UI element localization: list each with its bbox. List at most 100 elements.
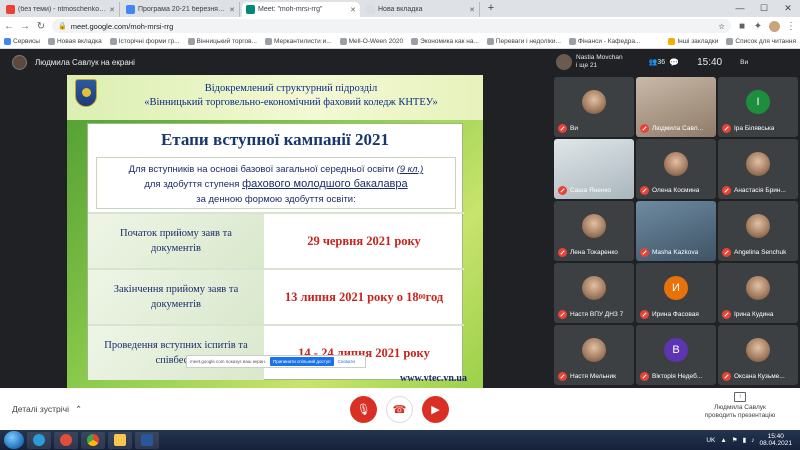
- bookmark-item[interactable]: Меркантилисти и...: [264, 38, 332, 45]
- app-icon: [60, 434, 72, 446]
- word-icon: [141, 434, 153, 446]
- taskbar-word[interactable]: [135, 431, 159, 449]
- close-tab-icon[interactable]: ✕: [109, 6, 115, 14]
- maximize-icon[interactable]: ☐: [752, 0, 776, 17]
- meeting-details-button[interactable]: Деталі зустрічі ⌃: [12, 388, 82, 430]
- mic-off-icon: [558, 248, 567, 257]
- reading-list[interactable]: Список для читання: [726, 38, 796, 45]
- participant-avatar: [582, 90, 606, 114]
- mic-off-icon: [558, 186, 567, 195]
- presenting-indicator[interactable]: ↑ Людмила Савлук проводить презентацію: [688, 392, 792, 426]
- taskbar-app[interactable]: [54, 431, 78, 449]
- flag-icon[interactable]: ⚑: [732, 436, 738, 444]
- bookmark-icon: [411, 38, 419, 45]
- browser-tab-program[interactable]: Програма 20-21 березня 2021 ✕: [122, 2, 240, 17]
- bookmark-item[interactable]: Фінанси - Кафедра...: [568, 38, 640, 45]
- people-button[interactable]: 👥36: [649, 58, 666, 66]
- mic-off-icon: [722, 248, 731, 257]
- grade-highlight: (9 кл.): [396, 164, 424, 175]
- participant-tile[interactable]: Ірина Кудина: [718, 263, 798, 323]
- minimize-icon[interactable]: —: [728, 0, 752, 17]
- browser-tab-newtab[interactable]: Нова вкладка ✕: [362, 2, 480, 17]
- os-taskbar: UK ▲ ⚑ ▮ ♪ 15:40 08.04.2021: [0, 430, 800, 450]
- close-tab-icon[interactable]: ✕: [229, 6, 235, 14]
- folder-icon: [668, 38, 676, 45]
- mic-off-icon: [722, 372, 731, 381]
- tray-arrow-icon[interactable]: ▲: [720, 437, 726, 444]
- bookmark-item[interactable]: Экономика как на...: [411, 38, 479, 45]
- meet-icon: [246, 5, 255, 14]
- mic-off-icon: [640, 124, 649, 133]
- presentation-stage[interactable]: Відокремлений структурний підрозділ «Він…: [0, 75, 552, 388]
- schedule-row: Закінчення прийому заяв та документів 13…: [88, 270, 464, 324]
- presenter-avatar: [12, 54, 27, 70]
- row-label: Проведення вступних іспитів та співбесід: [88, 326, 264, 380]
- slide-title: Етапи вступної кампанії 2021: [160, 130, 390, 149]
- share-bar-text: meet.google.com показує ваш екран.: [190, 359, 266, 364]
- camera-toggle-button[interactable]: ▶: [422, 396, 449, 423]
- profile-avatar[interactable]: [769, 20, 780, 32]
- bookmark-apps[interactable]: Сервисы: [4, 38, 40, 45]
- slide-panel: Етапи вступної кампанії 2021 Для вступни…: [87, 123, 464, 380]
- new-tab-button[interactable]: +: [484, 2, 498, 16]
- bookmark-icon: [264, 38, 272, 45]
- extensions-icon[interactable]: ✦: [753, 21, 763, 32]
- schedule-row: Початок прийому заяв та документів 29 че…: [88, 214, 464, 268]
- participant-tile[interactable]: Angelina Senchuk: [718, 201, 798, 261]
- close-window-icon[interactable]: ✕: [776, 0, 800, 17]
- star-icon[interactable]: ☆: [718, 22, 725, 31]
- taskbar-explorer[interactable]: [27, 431, 51, 449]
- back-icon[interactable]: ←: [4, 21, 14, 32]
- participant-tile[interactable]: Настя Мельник: [554, 325, 634, 385]
- keyboard-language[interactable]: UK: [706, 437, 715, 444]
- other-bookmarks[interactable]: Інші закладки: [668, 38, 718, 45]
- start-button[interactable]: [4, 431, 24, 449]
- stop-sharing-button[interactable]: Припинити спільний доступ: [269, 357, 334, 366]
- participant-avatar: [746, 152, 770, 176]
- participant-tile[interactable]: Людмила Савл...: [636, 77, 716, 137]
- docs-icon: [126, 5, 135, 14]
- participant-tile[interactable]: Лена Токаренко: [554, 201, 634, 261]
- reading-list-icon: [726, 38, 734, 45]
- reload-icon[interactable]: ↻: [36, 21, 46, 32]
- participant-tile[interactable]: И Ирина Фасовая: [636, 263, 716, 323]
- bookmark-icon: [187, 38, 195, 45]
- participant-tile[interactable]: Саша Яненко: [554, 139, 634, 199]
- gmail-icon: [6, 5, 15, 14]
- slide: Відокремлений структурний підрозділ «Він…: [67, 75, 483, 388]
- participant-tile[interactable]: I Іра Білявська: [718, 77, 798, 137]
- participant-tile[interactable]: Оксана Кузьме...: [718, 325, 798, 385]
- url-text: meet.google.com/moh-mrsi-rrg: [70, 21, 174, 31]
- camera-indicator-icon[interactable]: ■: [737, 21, 747, 32]
- bookmark-item[interactable]: Вінницький торгов...: [187, 38, 257, 45]
- bookmark-item[interactable]: Mell-O-Ween 2020: [339, 38, 403, 45]
- bookmark-item[interactable]: Новая вкладка: [47, 38, 102, 45]
- menu-icon[interactable]: ⋮: [786, 21, 796, 32]
- participant-tile[interactable]: В Вікторія Недеб...: [636, 325, 716, 385]
- chat-icon[interactable]: 💬: [669, 58, 679, 67]
- close-tab-icon[interactable]: ✕: [469, 6, 475, 14]
- leave-call-button[interactable]: ☎: [386, 396, 413, 423]
- address-bar[interactable]: 🔒 meet.google.com/moh-mrsi-rrg ☆: [52, 19, 731, 33]
- participant-tile[interactable]: Настя ВПУ ДНЗ 7: [554, 263, 634, 323]
- hide-share-bar-button[interactable]: Сховати: [338, 359, 355, 364]
- taskbar-explorer-folder[interactable]: [108, 431, 132, 449]
- browser-tab-meet[interactable]: Meet: "moh-mrsi-rrg" ✕: [242, 2, 360, 17]
- tab-title: (без теми) - ntmoschenkom@g: [18, 6, 106, 13]
- system-clock[interactable]: 15:40 08.04.2021: [759, 433, 792, 447]
- participant-tile[interactable]: Анастасія Брин...: [718, 139, 798, 199]
- forward-icon[interactable]: →: [20, 21, 30, 32]
- microphone-toggle-button[interactable]: 🎙: [350, 396, 377, 423]
- taskbar-chrome[interactable]: [81, 431, 105, 449]
- browser-tab-gmail[interactable]: (без теми) - ntmoschenkom@g ✕: [2, 2, 120, 17]
- present-screen-icon: ↑: [734, 392, 746, 402]
- you-label: Ви: [740, 58, 749, 66]
- bookmark-item[interactable]: Історічні форми гр...: [109, 38, 180, 45]
- bookmark-item[interactable]: Переваги і недоліки...: [486, 38, 561, 45]
- participant-tile[interactable]: Ви: [554, 77, 634, 137]
- participant-tile[interactable]: Masha Kazkova: [636, 201, 716, 261]
- volume-icon[interactable]: ♪: [751, 437, 754, 444]
- participant-tile[interactable]: Олена Космина: [636, 139, 716, 199]
- close-tab-icon[interactable]: ✕: [350, 6, 356, 14]
- network-icon[interactable]: ▮: [743, 436, 747, 444]
